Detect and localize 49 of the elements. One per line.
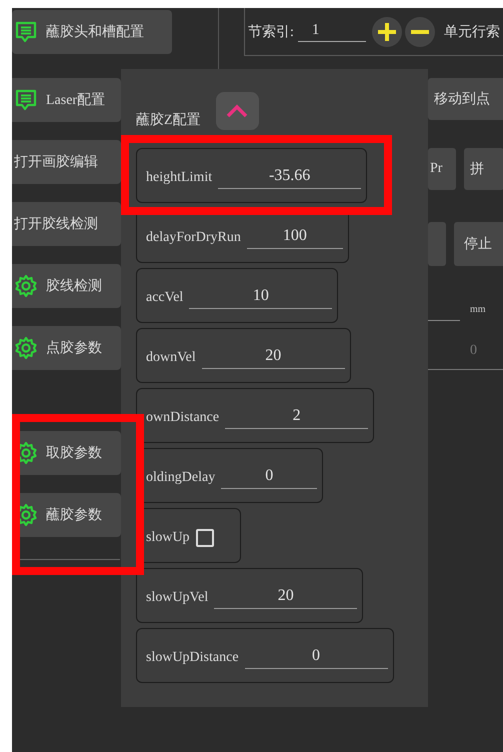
field-row[interactable]: ownDistance 2 <box>136 388 374 443</box>
field-label: slowUp <box>146 530 190 546</box>
field-row[interactable]: slowUpDistance 0 <box>136 628 394 683</box>
sidebar-button[interactable]: 打开胶线检测 <box>12 202 121 246</box>
minus-button[interactable] <box>404 16 435 46</box>
gear-icon <box>14 336 38 360</box>
input-field[interactable]: -35.66 <box>218 166 362 188</box>
minus-icon <box>410 30 430 34</box>
row-index-label: 单元行索 <box>444 23 500 40</box>
input-field[interactable]: 10 <box>189 286 332 308</box>
input-field[interactable]: 2 <box>225 406 368 428</box>
popup-title: 蘸胶Z配置 <box>136 111 201 129</box>
field-row[interactable]: heightLimit -35.66 <box>136 148 368 203</box>
move-button[interactable]: 移动到点 <box>428 78 503 120</box>
checkbox[interactable] <box>196 528 214 546</box>
input-field[interactable]: 100 <box>246 226 343 248</box>
field-label: accVel <box>146 290 184 306</box>
sidebar-button[interactable]: 胶线检测 <box>12 264 121 308</box>
index-label: 节索引: <box>248 23 294 40</box>
field-label: ownDistance <box>146 410 220 426</box>
collapse-button[interactable] <box>216 92 259 130</box>
field-row[interactable]: downVel 20 <box>136 328 351 383</box>
field-label: oldingDelay <box>146 470 216 486</box>
index-field[interactable]: 1 <box>298 22 366 42</box>
message-icon <box>14 88 38 112</box>
field-label: heightLimit <box>146 170 212 186</box>
action-button[interactable]: Pr <box>428 148 456 190</box>
input-field[interactable]: 0 <box>221 466 318 488</box>
message-icon <box>14 20 38 44</box>
plus-button[interactable] <box>372 16 402 46</box>
action-button[interactable]: 拼 <box>464 148 503 190</box>
gear-icon <box>14 274 38 298</box>
plus-icon <box>376 22 397 42</box>
sidebar-button[interactable]: 蘸胶头和槽配置 <box>12 10 172 54</box>
input-field[interactable]: 20 <box>202 346 345 368</box>
sidebar-button[interactable]: 点胶参数 <box>12 326 121 370</box>
field-label: downVel <box>146 350 196 366</box>
field-label: slowUpVel <box>146 590 208 606</box>
field-row[interactable]: accVel 10 <box>136 268 338 323</box>
field-label: delayForDryRun <box>146 230 241 246</box>
stop-button[interactable]: 停止 <box>454 222 503 266</box>
input-field[interactable]: 20 <box>214 586 358 608</box>
field-row[interactable]: slowUpVel 20 <box>136 568 364 623</box>
sidebar-button[interactable]: 打开画胶编辑 <box>12 140 121 184</box>
input-field[interactable]: 0 <box>244 646 388 668</box>
unit-label: mm <box>470 304 486 315</box>
field-label: slowUpDistance <box>146 650 239 666</box>
sidebar-button[interactable]: Laser配置 <box>12 78 121 122</box>
chevron-icon <box>226 104 248 118</box>
